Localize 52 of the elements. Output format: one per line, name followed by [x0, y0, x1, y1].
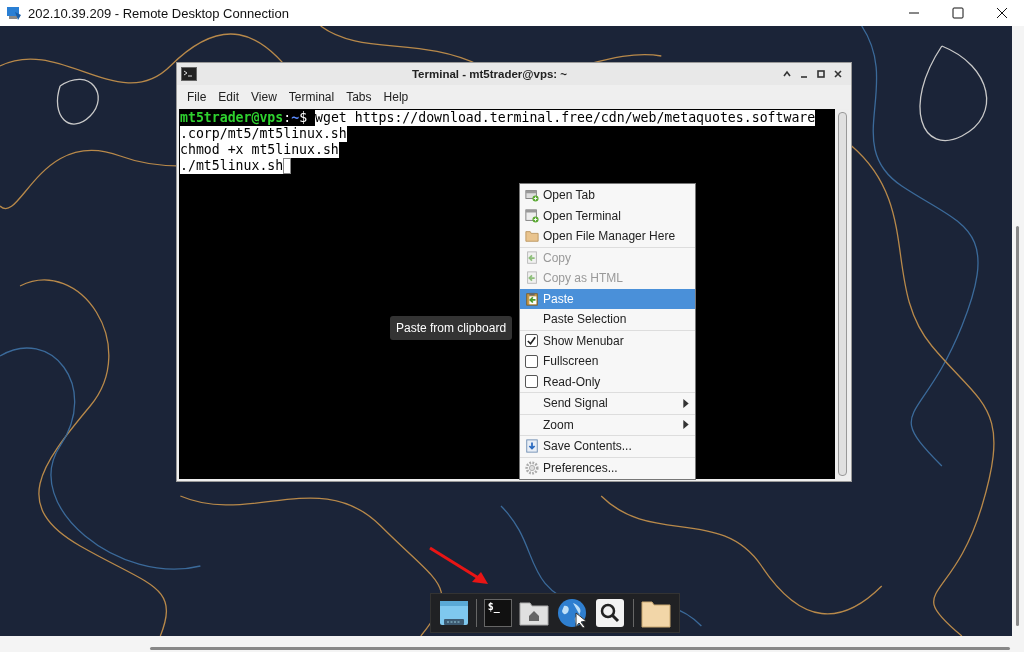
close-icon[interactable] [996, 7, 1008, 19]
checkbox[interactable] [525, 354, 538, 368]
submenu-arrow-icon [683, 420, 689, 430]
menu-item[interactable]: Show Menubar [520, 330, 695, 351]
prompt-text: mt5trader@vps:~$ [180, 110, 309, 126]
menu-item[interactable]: Terminal [282, 88, 341, 106]
new-window-icon [525, 208, 539, 223]
menu-item[interactable]: File [181, 88, 213, 106]
menu-item[interactable]: Send Signal [520, 393, 695, 414]
menu-item[interactable]: Open File Manager Here [520, 226, 695, 247]
maximize-icon[interactable] [816, 69, 826, 79]
command-text: chmod +x mt5linux.sh [180, 142, 339, 158]
menu-item[interactable]: Edit [212, 88, 246, 106]
settings-icon [525, 460, 539, 475]
menu-item[interactable]: Help [377, 88, 415, 106]
menu-item[interactable]: Open Tab [520, 185, 695, 206]
caret-up-icon[interactable] [782, 69, 792, 79]
terminal-icon [181, 67, 197, 81]
search-icon[interactable] [594, 597, 627, 629]
menu-item[interactable]: Preferences... [520, 457, 695, 478]
window-title: 202.10.39.209 - Remote Desktop Connection [28, 5, 290, 21]
tooltip: Paste from clipboard [390, 316, 513, 340]
submenu-arrow-icon [683, 398, 689, 408]
menu-item[interactable]: Zoom [520, 414, 695, 435]
menu-item[interactable]: Fullscreen [520, 351, 695, 372]
scrollbar[interactable] [1012, 26, 1024, 636]
paste-icon [525, 291, 539, 306]
close-icon[interactable] [833, 69, 843, 79]
maximize-icon[interactable] [952, 7, 964, 19]
menu-item[interactable]: Paste Selection [520, 309, 695, 330]
menu-item[interactable]: Tabs [340, 88, 378, 106]
copy-icon [525, 250, 539, 265]
command-text: wget https://download.terminal.free/cdn/web/metaquotes.software [315, 110, 816, 126]
new-tab-icon [525, 188, 539, 203]
globe-icon[interactable] [556, 597, 589, 629]
menu-item[interactable]: Read-Only [520, 371, 695, 392]
scrollbar[interactable] [835, 109, 849, 479]
menu-item[interactable]: Open Terminal [520, 205, 695, 226]
menu-item[interactable]: Save Contents... [520, 436, 695, 457]
remote-desktop-icon [6, 5, 22, 21]
arrow-annotation [428, 546, 490, 586]
checkbox[interactable] [525, 334, 538, 348]
scrollbar[interactable] [0, 636, 1024, 652]
save-icon [525, 439, 539, 454]
command-text: .corp/mt5/mt5linux.sh [180, 126, 347, 142]
folder-icon [525, 229, 539, 244]
copy-icon [525, 271, 539, 286]
checkbox[interactable] [525, 375, 538, 389]
window-title: Terminal - mt5trader@vps: ~ [410, 68, 569, 80]
menu-item[interactable]: View [245, 88, 283, 106]
command-text: ./mt5linux.sh [180, 158, 284, 174]
terminal-launcher[interactable]: $_ [483, 599, 512, 627]
